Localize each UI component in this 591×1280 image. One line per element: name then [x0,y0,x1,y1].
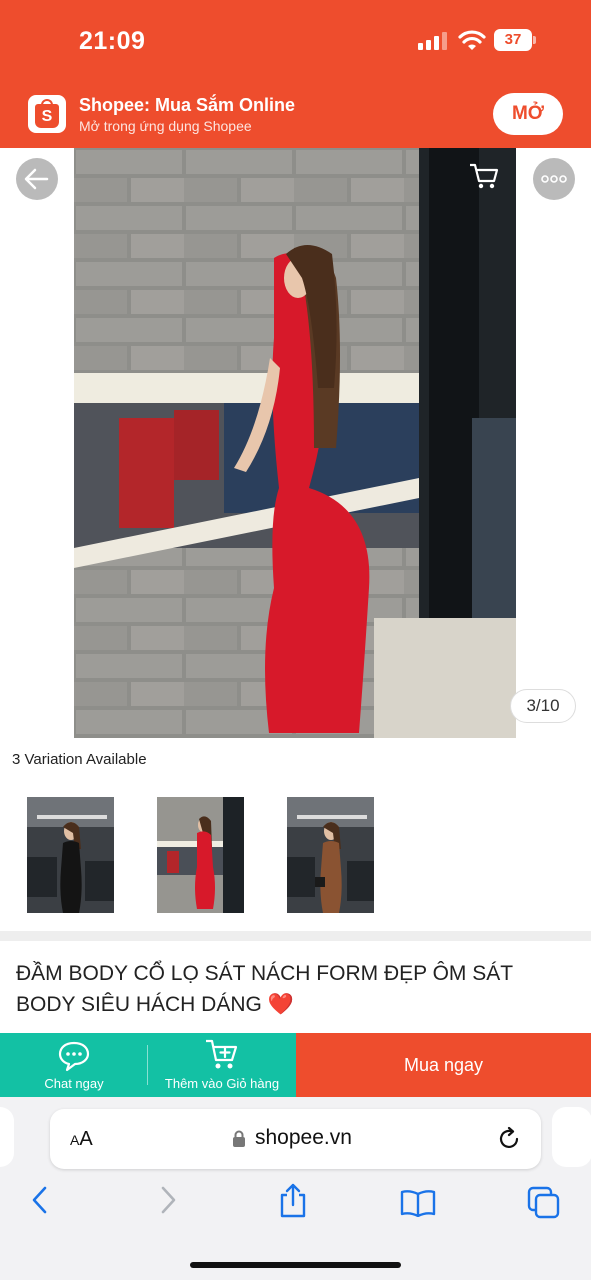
product-title-text: ĐẦM BODY CỔ LỌ SÁT NÁCH FORM ĐẸP ÔM SÁT … [16,962,513,1016]
wifi-icon [458,30,486,50]
product-action-bar: Chat ngay Thêm vào Giỏ hàng Mua ngay [0,1033,591,1097]
lock-icon [233,1130,245,1147]
app-banner[interactable]: S Shopee: Mua Sắm Online Mở trong ứng dụ… [0,80,591,148]
reload-icon[interactable] [496,1126,522,1152]
url-text: shopee.vn [255,1126,352,1149]
address-bar[interactable]: AA shopee.vn [50,1109,541,1169]
app-subtitle: Mở trong ứng dụng Shopee [79,118,252,134]
product-title: ĐẦM BODY CỔ LỌ SÁT NÁCH FORM ĐẸP ÔM SÁT … [16,958,576,1020]
variation-thumb-brown[interactable] [287,797,374,913]
more-options-button[interactable] [533,158,575,200]
variation-count: 3 Variation Available [12,751,147,768]
status-time: 21:09 [79,27,146,55]
back-chevron-icon[interactable] [30,1185,50,1215]
status-bar: 21:09 37 [0,0,591,80]
previous-tab-preview[interactable] [0,1107,14,1167]
product-photo [74,148,516,738]
text-size-button[interactable]: AA [70,1128,93,1151]
signal-icon [418,32,448,50]
app-name: Shopee: Mua Sắm Online [79,95,296,115]
chat-now-button[interactable]: Chat ngay [0,1033,148,1097]
browser-toolbar: AA shopee.vn [0,1097,591,1280]
tabs-icon[interactable] [527,1186,561,1220]
add-cart-icon [206,1039,238,1069]
shopee-logo-icon: S [28,95,66,133]
buy-now-button[interactable]: Mua ngay [296,1033,591,1097]
image-counter: 3/10 [510,689,576,723]
add-to-cart-label: Thêm vào Giỏ hàng [164,1076,280,1091]
product-image-carousel[interactable]: 3/10 [0,148,591,738]
section-divider [0,931,591,941]
chat-now-label: Chat ngay [44,1076,104,1091]
cart-icon[interactable] [468,162,500,190]
open-app-button[interactable]: MỞ [493,93,563,135]
variation-thumb-red[interactable] [157,797,244,913]
add-to-cart-button[interactable]: Thêm vào Giỏ hàng [148,1033,296,1097]
arrow-left-icon [24,168,49,190]
battery-level: 37 [494,29,532,51]
chat-bubble-icon [58,1041,90,1072]
forward-chevron-icon[interactable] [158,1185,178,1215]
more-dots-icon [541,175,567,183]
share-icon[interactable] [278,1183,308,1219]
heart-emoji: ❤️ [267,993,294,1016]
home-indicator [190,1262,401,1268]
battery-icon: 37 [494,29,536,51]
next-tab-preview[interactable] [552,1107,591,1167]
back-button[interactable] [16,158,58,200]
variation-thumb-black[interactable] [27,797,114,913]
bookmarks-icon[interactable] [400,1189,436,1217]
